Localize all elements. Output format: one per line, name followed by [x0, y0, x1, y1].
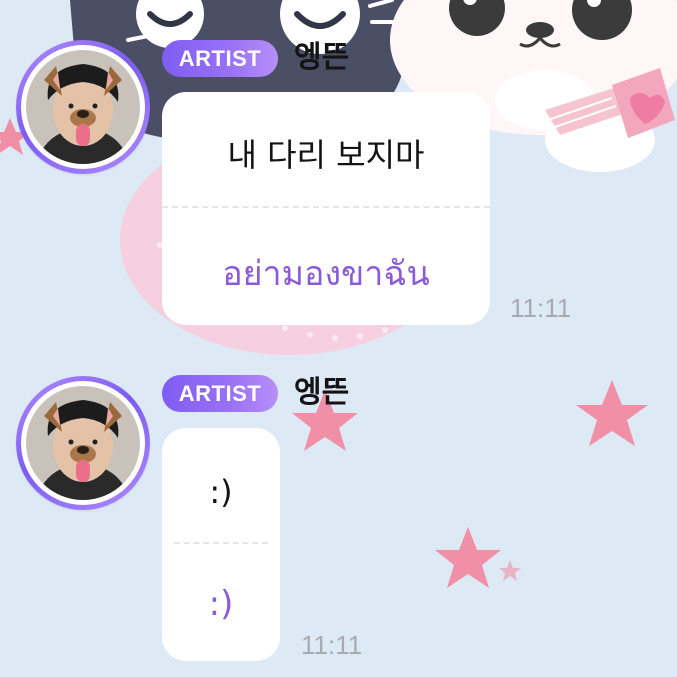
artist-badge: ARTIST	[162, 375, 278, 412]
translation-divider	[174, 542, 268, 544]
sender-name: 엥뜬	[294, 375, 350, 410]
avatar-photo	[26, 386, 140, 500]
sender-name: 엥뜬	[294, 40, 350, 75]
translation-divider	[162, 206, 490, 208]
avatar[interactable]	[16, 40, 150, 174]
translation-text: :)	[208, 584, 234, 624]
avatar-photo	[26, 50, 140, 164]
message-bubble[interactable]: :) :)	[162, 428, 280, 661]
translation-text: อย่ามองขาฉัน	[222, 254, 430, 294]
original-text: 내 다리 보지마	[227, 136, 425, 174]
artist-badge: ARTIST	[162, 40, 278, 77]
message-timestamp: 11:11	[301, 630, 363, 660]
avatar[interactable]	[16, 376, 150, 510]
original-text: :)	[209, 473, 233, 511]
message-timestamp: 11:11	[510, 293, 572, 323]
message-bubble[interactable]: 내 다리 보지마 อย่ามองขาฉัน	[162, 92, 490, 325]
